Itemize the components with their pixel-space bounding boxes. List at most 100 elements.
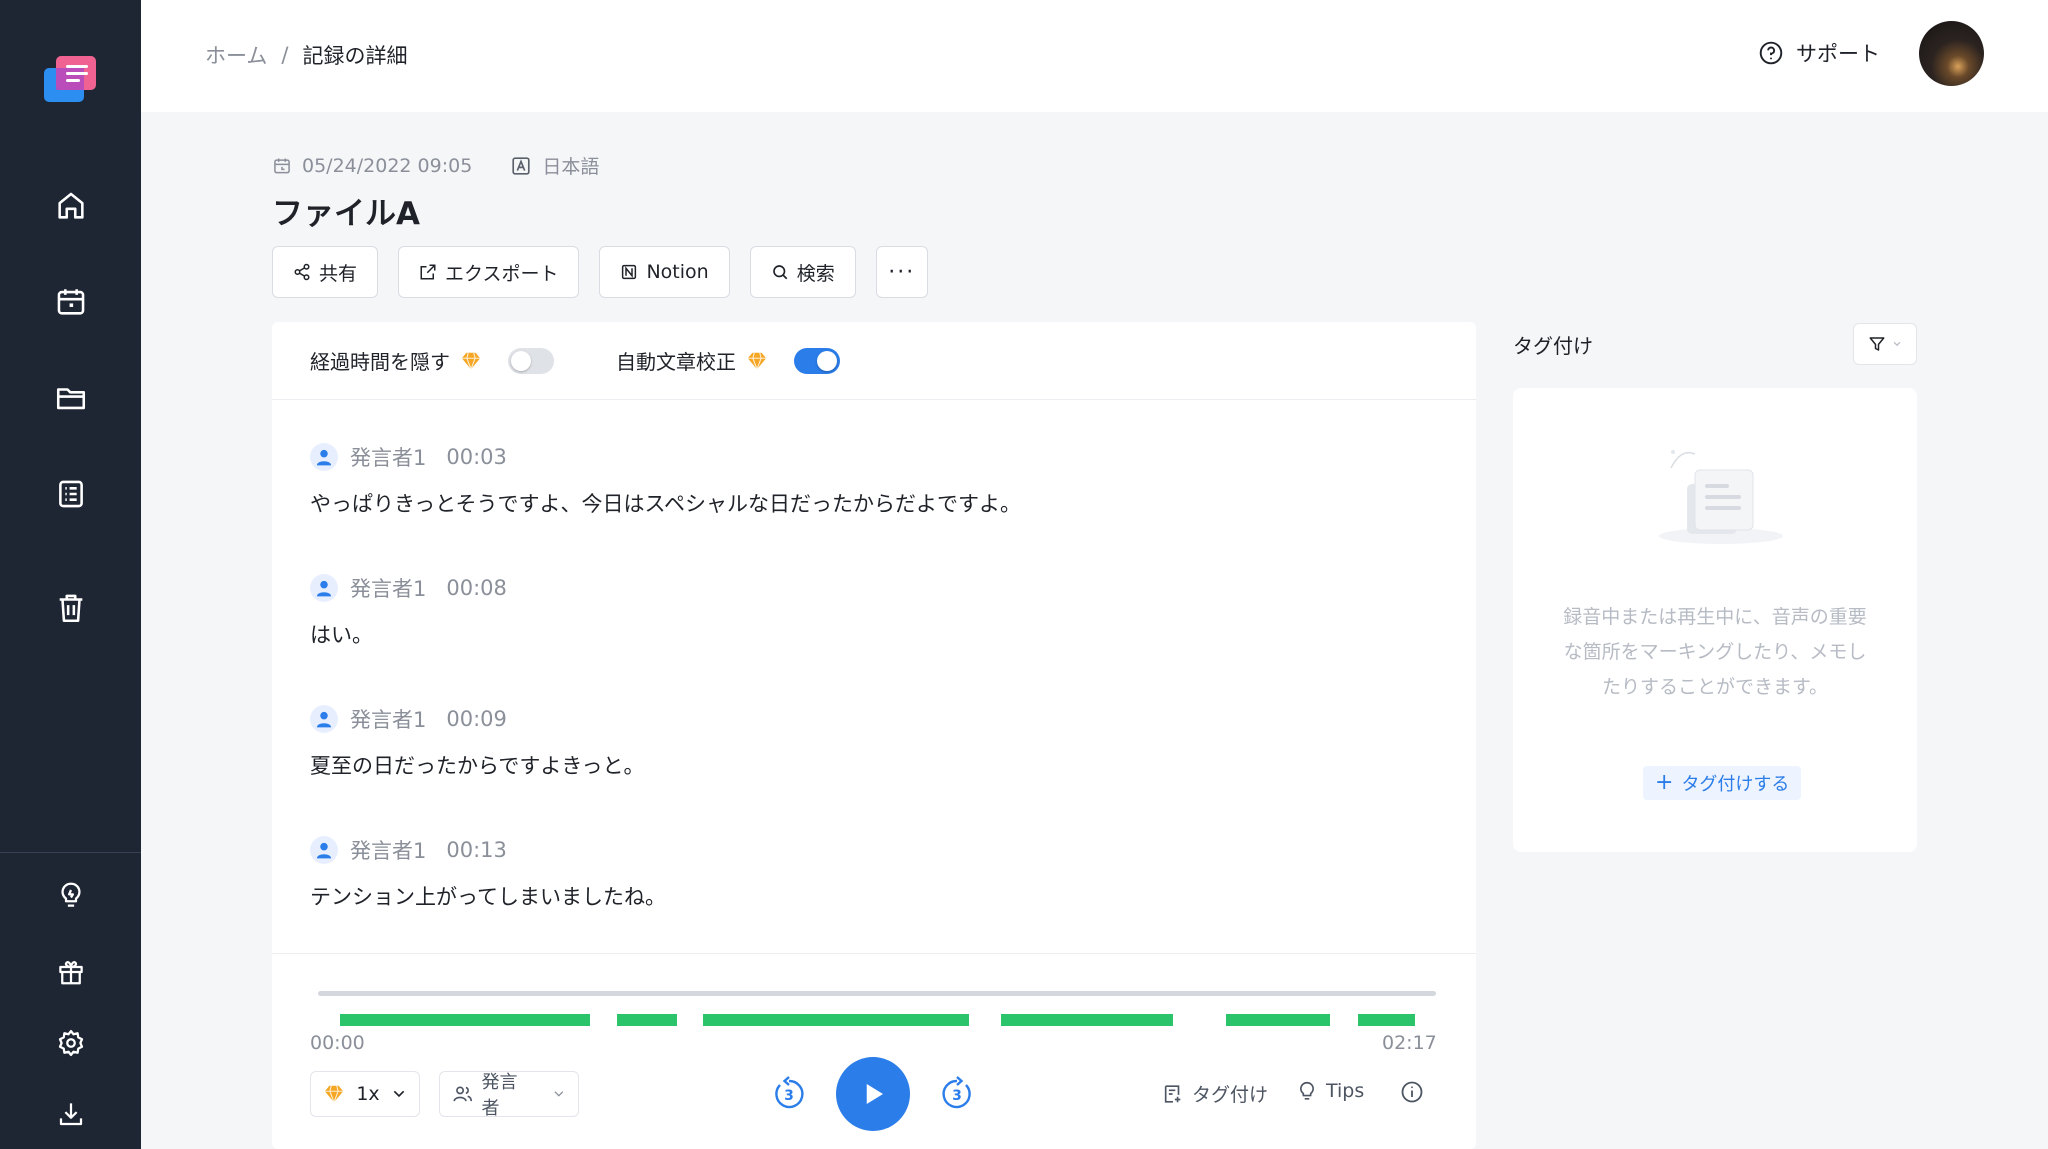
share-label: 共有	[319, 262, 358, 285]
hide-elapsed-toggle[interactable]	[508, 347, 554, 374]
document-list-icon	[59, 480, 83, 508]
speaker-name[interactable]: 発言者1	[350, 573, 426, 603]
playback-progress-track[interactable]	[318, 991, 1436, 996]
lightbulb-icon	[1300, 1081, 1314, 1100]
segment-time[interactable]: 00:08	[446, 576, 507, 600]
segment-text[interactable]: 夏至の日だったからですよきっと。	[310, 750, 1430, 780]
record-datetime: 05/24/2022 09:05	[302, 154, 473, 177]
speech-segment-bar[interactable]	[1358, 1014, 1415, 1026]
nav-settings[interactable]	[45, 1017, 97, 1069]
transcript-segment[interactable]: 発言者1 00:03 やっぱりきっとそうですよ、今日はスペシャルな日だったからだ…	[310, 442, 1430, 573]
rewind-seconds: 3	[784, 1088, 794, 1104]
transcript-segment[interactable]: 発言者1 00:13 テンション上がってしまいましたね。	[310, 835, 1430, 966]
action-toolbar: 共有 エクスポート Notion 検索 ···	[272, 246, 928, 298]
search-label: 検索	[796, 262, 835, 285]
forward-3s-button[interactable]: 3	[938, 1075, 976, 1113]
notion-button[interactable]: Notion	[599, 246, 730, 298]
chevron-down-icon	[1893, 341, 1901, 347]
play-button[interactable]	[836, 1057, 910, 1131]
add-tag-label: タグ付けする	[1681, 774, 1790, 795]
chevron-down-icon	[554, 1091, 564, 1097]
export-icon	[420, 264, 436, 280]
hide-elapsed-option: 経過時間を隠す	[310, 346, 554, 375]
search-button[interactable]: 検索	[749, 246, 856, 298]
tips-label: Tips	[1326, 1080, 1365, 1102]
info-button[interactable]	[1400, 1080, 1424, 1104]
speaker-icon	[310, 836, 338, 864]
speech-segment-bar[interactable]	[340, 1014, 590, 1026]
tag-filter-button[interactable]	[1853, 323, 1917, 365]
support-link[interactable]: サポート	[1758, 38, 1880, 68]
nav-calendar[interactable]	[45, 276, 97, 328]
speaker-name[interactable]: 発言者1	[350, 704, 426, 734]
tips-button[interactable]: Tips	[1296, 1080, 1364, 1102]
speech-segment-bar[interactable]	[617, 1014, 677, 1026]
speech-segment-bar[interactable]	[1001, 1014, 1173, 1026]
nav-notes[interactable]	[45, 468, 97, 520]
app-logo[interactable]	[42, 52, 100, 106]
segment-time[interactable]: 00:09	[446, 707, 507, 731]
record-meta: 05/24/2022 09:05 日本語	[272, 152, 599, 179]
export-button[interactable]: エクスポート	[398, 246, 580, 298]
add-tag-button[interactable]: + タグ付けする	[1643, 766, 1802, 800]
nav-download[interactable]	[45, 1088, 97, 1140]
speaker-icon	[310, 443, 338, 471]
calendar-icon	[57, 289, 85, 315]
speech-segment-bar[interactable]	[1226, 1014, 1330, 1026]
speaker-name[interactable]: 発言者1	[350, 442, 426, 472]
chevron-down-icon	[393, 1090, 405, 1098]
nav-folder[interactable]	[45, 372, 97, 424]
playback-speed-select[interactable]: 1x	[310, 1071, 420, 1117]
tags-empty-message: 録音中または再生中に、音声の重要な箇所をマーキングしたり、メモしたりすることがで…	[1563, 606, 1867, 698]
rewind-icon: 3	[775, 1076, 804, 1109]
page-title: ファイルA	[272, 196, 420, 232]
speaker-filter-label: 発言者	[481, 1072, 518, 1119]
tags-panel-title: タグ付け	[1513, 334, 1593, 358]
plus-icon: +	[1655, 770, 1674, 795]
segment-text[interactable]: はい。	[310, 619, 1430, 649]
segment-text[interactable]: やっぱりきっとそうですよ、今日はスペシャルな日だったからだよですよ。	[310, 488, 1430, 518]
nav-tips[interactable]	[45, 869, 97, 921]
play-icon	[866, 1084, 883, 1104]
speaker-icon	[310, 705, 338, 733]
transcript-list: 発言者1 00:03 やっぱりきっとそうですよ、今日はスペシャルな日だったからだ…	[310, 442, 1430, 966]
segment-time[interactable]: 00:13	[446, 838, 507, 862]
speaker-filter-select[interactable]: 発言者	[439, 1071, 579, 1119]
notion-label: Notion	[646, 261, 709, 283]
speech-segment-bar[interactable]	[703, 1014, 969, 1026]
nav-gift[interactable]	[45, 946, 97, 998]
breadcrumb-home[interactable]: ホーム	[205, 40, 267, 70]
record-language: 日本語	[542, 156, 600, 178]
transcript-segment[interactable]: 発言者1 00:09 夏至の日だったからですよきっと。	[310, 704, 1430, 835]
nav-home[interactable]	[45, 180, 97, 232]
premium-gem-icon	[324, 1085, 344, 1104]
folder-icon	[56, 388, 86, 410]
transcript-options: 経過時間を隠す 自動文章校正	[272, 322, 1476, 400]
language-icon	[512, 156, 530, 175]
info-icon	[1401, 1081, 1423, 1103]
tag-note-icon	[1164, 1084, 1181, 1103]
lightbulb-icon	[61, 882, 81, 907]
support-label: サポート	[1796, 42, 1880, 66]
transcript-segment[interactable]: 発言者1 00:08 はい。	[310, 573, 1430, 704]
notion-icon	[622, 264, 637, 280]
segment-text[interactable]: テンション上がってしまいましたね。	[310, 881, 1430, 911]
audio-player: 00:00 02:17 1x 発言者 3 3 タグ付け Tips	[272, 953, 1476, 1149]
add-tag-player-button[interactable]: タグ付け	[1162, 1080, 1268, 1107]
breadcrumb-separator: /	[281, 43, 289, 67]
premium-gem-icon	[461, 352, 481, 371]
users-icon	[453, 1086, 473, 1102]
playback-speed-value: 1x	[356, 1083, 380, 1105]
forward-seconds: 3	[952, 1088, 962, 1104]
segment-time[interactable]: 00:03	[446, 445, 507, 469]
export-label: エクスポート	[445, 262, 559, 285]
nav-trash[interactable]	[45, 582, 97, 634]
share-button[interactable]: 共有	[272, 246, 379, 298]
gear-icon	[58, 1030, 84, 1056]
auto-correct-toggle[interactable]	[794, 347, 840, 374]
more-button[interactable]: ···	[875, 246, 928, 298]
tag-player-label: タグ付け	[1192, 1084, 1269, 1106]
rewind-3s-button[interactable]: 3	[770, 1075, 808, 1113]
user-avatar[interactable]	[1919, 21, 1984, 86]
speaker-name[interactable]: 発言者1	[350, 835, 426, 865]
